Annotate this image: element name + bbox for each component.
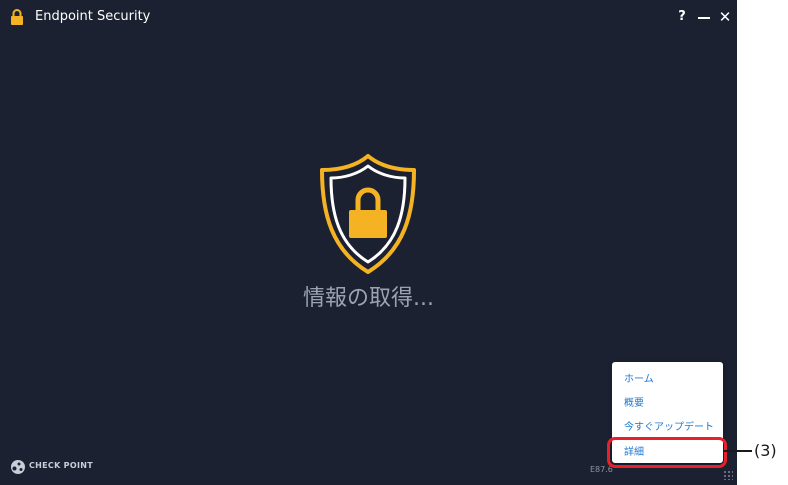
highlight-box [607, 437, 727, 468]
shield-lock-icon [320, 154, 416, 274]
window-title: Endpoint Security [35, 9, 151, 24]
status-message: 情報の取得... [303, 286, 434, 311]
callout-label: (3) [754, 441, 777, 460]
minimize-button[interactable] [696, 6, 712, 28]
menu-item-update-now[interactable]: 今すぐアップデート [624, 421, 714, 435]
check-point-logo [11, 460, 25, 474]
help-button[interactable]: ? [674, 6, 690, 28]
brand-name: CHECK POINT [29, 461, 93, 470]
resize-grip[interactable] [723, 470, 733, 480]
menu-item-overview[interactable]: 概要 [624, 397, 644, 411]
endpoint-security-window: Endpoint Security ? ✕ 情報の取得... CHECK POI… [0, 0, 737, 485]
lock-icon [11, 9, 23, 25]
close-button[interactable]: ✕ [717, 6, 733, 28]
menu-item-home[interactable]: ホーム [624, 373, 654, 387]
title-bar: Endpoint Security ? ✕ [0, 0, 737, 34]
callout-line [724, 450, 752, 452]
